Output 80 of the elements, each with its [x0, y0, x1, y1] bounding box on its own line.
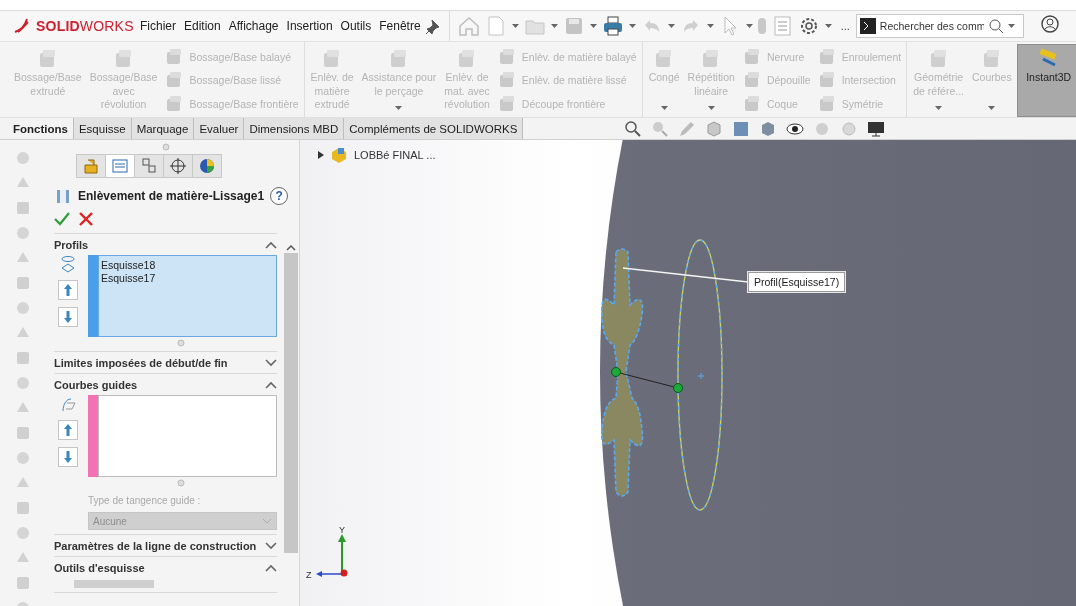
tree-item[interactable]: LOBBé FINAL ... [354, 149, 436, 161]
help-button[interactable]: ? [270, 187, 289, 205]
crosshair-icon [169, 157, 187, 175]
collapse-icon[interactable] [265, 241, 277, 249]
pin-icon [424, 18, 441, 34]
menu-item[interactable]: Edition [180, 19, 225, 33]
expand-icon[interactable] [265, 359, 277, 367]
part-icon [330, 146, 348, 164]
panel-tab[interactable] [192, 154, 222, 178]
down-arrow-icon [61, 450, 75, 464]
tab[interactable]: Compléments de SOLIDWORKS [344, 118, 524, 139]
property-icon [111, 157, 129, 175]
more-label[interactable]: ... [840, 20, 850, 32]
profile-icon [59, 255, 77, 273]
logo-icon [12, 16, 32, 36]
menu-item[interactable]: Outils [336, 19, 376, 33]
section-title[interactable]: Limites imposées de début/de fin [54, 357, 228, 369]
capsule-icon [757, 18, 766, 34]
tab[interactable]: Marquage [131, 118, 195, 139]
callout-label: Profil(Esquisse17) [748, 272, 846, 292]
move-down-button[interactable] [58, 447, 78, 467]
cut-feature-icon [54, 187, 72, 205]
caret-icon[interactable] [550, 24, 558, 28]
menu-item[interactable]: Fichier [136, 19, 180, 33]
resize-handle-icon [176, 339, 185, 347]
axis-label: Z [306, 570, 312, 580]
color-wheel-icon [198, 157, 216, 175]
move-up-button[interactable] [58, 420, 78, 440]
logo-text: SOLIDWORKS [36, 18, 134, 34]
terminal-icon [859, 18, 876, 34]
up-arrow-icon [61, 423, 75, 437]
scrollbar-thumb[interactable] [284, 253, 298, 553]
selection-list[interactable]: Esquisse18 Esquisse17 [98, 255, 277, 337]
home-icon [457, 15, 480, 37]
down-arrow-icon [61, 310, 75, 324]
scroll-up-icon[interactable] [286, 244, 296, 251]
caret-icon[interactable] [1007, 24, 1015, 28]
section-title[interactable]: Paramètres de la ligne de construction [54, 540, 257, 552]
expand-arrow-icon[interactable] [318, 151, 324, 159]
resize-handle-icon [176, 479, 185, 487]
user-icon [1039, 14, 1060, 34]
list-item[interactable]: Esquisse17 [101, 272, 274, 285]
feature-title: Enlèvement de matière-Lissage1 [78, 189, 265, 203]
cancel-button[interactable] [78, 211, 94, 227]
menu-item[interactable]: Fenêtre [375, 19, 425, 33]
list-item[interactable]: Esquisse18 [101, 259, 274, 272]
chevron-icon [262, 518, 272, 524]
section-title[interactable]: Profils [54, 239, 89, 251]
menu-item[interactable]: Affichage [224, 19, 283, 33]
config-icon [140, 157, 158, 175]
field-label: Type de tangence guide : [88, 495, 202, 506]
caret-icon[interactable] [706, 24, 714, 28]
tab[interactable]: Dimensions MBD [244, 118, 345, 139]
caret-icon[interactable] [628, 24, 636, 28]
curve-icon [59, 395, 77, 413]
caret-icon[interactable] [824, 24, 832, 28]
move-down-button[interactable] [58, 307, 78, 327]
caret-icon[interactable] [745, 24, 753, 28]
tab[interactable]: Evaluer [194, 118, 245, 139]
ok-button[interactable] [54, 211, 70, 227]
caret-icon[interactable] [511, 24, 519, 28]
menu-item[interactable]: Insertion [282, 19, 337, 33]
resize-handle-icon [161, 143, 170, 151]
axis-triad-drawing [316, 534, 348, 577]
panel-tab[interactable] [163, 154, 193, 178]
tab[interactable]: Esquisse [73, 118, 132, 139]
command-button[interactable]: Instant3D [1016, 44, 1076, 117]
collapse-icon[interactable] [265, 381, 277, 389]
section-title[interactable]: Courbes guides [54, 379, 138, 391]
caret-icon[interactable] [667, 24, 675, 28]
move-up-button[interactable] [58, 280, 78, 300]
expand-icon[interactable] [265, 542, 277, 550]
collapse-icon[interactable] [265, 564, 277, 572]
up-arrow-icon [61, 283, 75, 297]
tree-icon [82, 157, 100, 175]
section-title[interactable]: Outils d'esquisse [54, 562, 145, 574]
caret-icon[interactable] [589, 24, 597, 28]
search-icon [987, 18, 1004, 34]
axis-label: Y [339, 525, 345, 535]
printer-icon [601, 15, 624, 37]
